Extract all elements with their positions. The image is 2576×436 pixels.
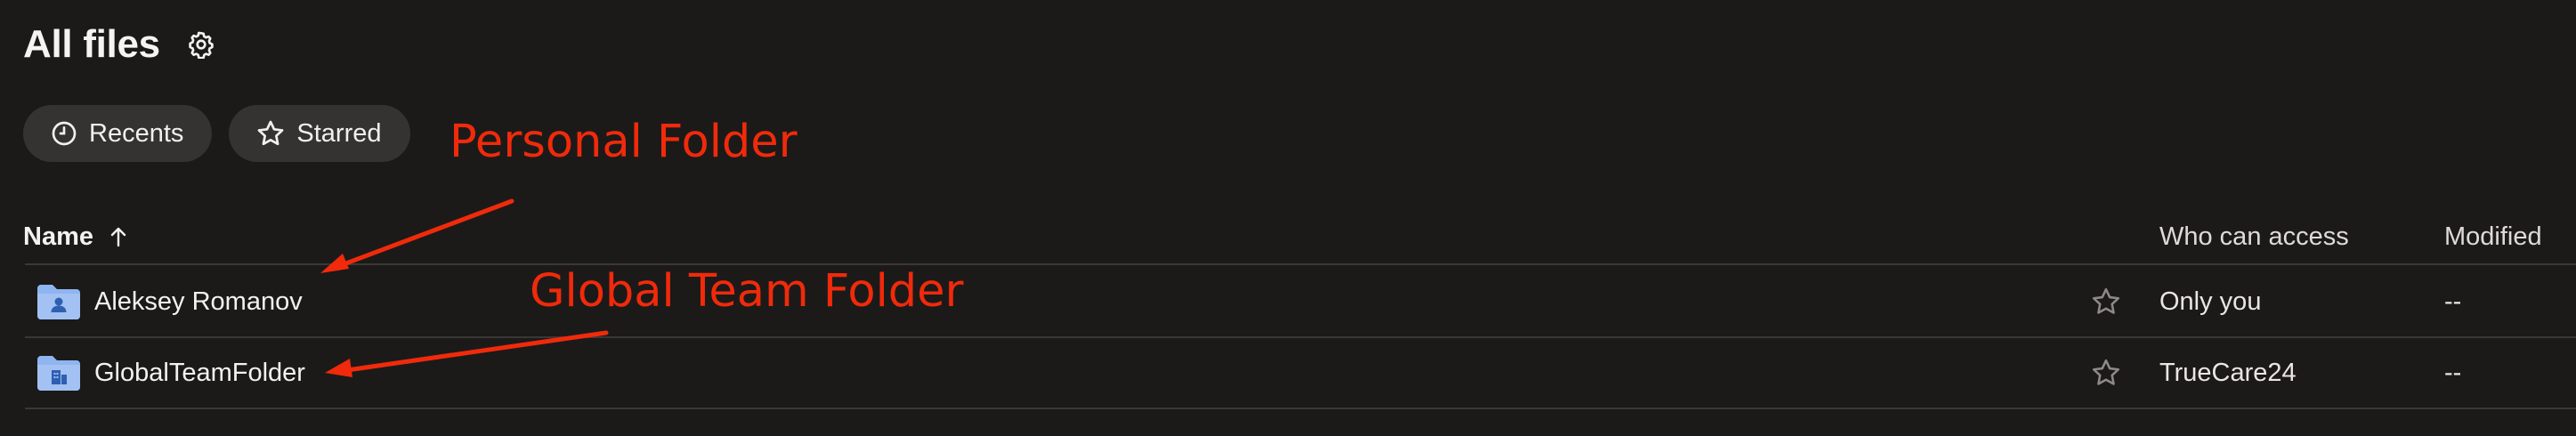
table-row[interactable]: Aleksey Romanov Only you -- [25, 267, 2576, 336]
star-icon[interactable] [2090, 357, 2122, 389]
starred-label: Starred [296, 118, 382, 148]
modified-header[interactable]: Modified [2444, 210, 2542, 263]
divider [25, 408, 2576, 409]
page-title: All files [23, 22, 160, 66]
table-header: Name Who can access Modified [23, 210, 2576, 263]
who-can-access-header[interactable]: Who can access [2159, 210, 2349, 263]
file-name: Aleksey Romanov [94, 287, 303, 316]
recents-chip[interactable]: Recents [23, 105, 213, 162]
modified-value: -- [2444, 359, 2462, 387]
star-icon[interactable] [2090, 286, 2122, 318]
file-name: GlobalTeamFolder [94, 359, 305, 387]
app-window: All files Recents Starred Name Who can a… [0, 0, 2576, 436]
who-can-access-value: Only you [2159, 287, 2262, 316]
global-team-folder-annotation: Global Team Folder [530, 265, 964, 318]
team-folder-icon [37, 356, 80, 391]
divider [25, 263, 2576, 265]
who-can-access-value: TrueCare24 [2159, 359, 2297, 387]
starred-chip[interactable]: Starred [229, 105, 410, 162]
star-icon [258, 120, 284, 146]
name-column-header[interactable]: Name [23, 210, 129, 263]
settings-button[interactable] [185, 28, 217, 61]
table-row[interactable]: GlobalTeamFolder TrueCare24 -- [25, 338, 2576, 408]
clock-icon [52, 121, 77, 146]
page-header: All files [23, 18, 217, 71]
modified-value: -- [2444, 287, 2462, 316]
arrow-up-icon [110, 227, 126, 247]
gear-icon [189, 31, 214, 59]
name-header-label: Name [23, 222, 93, 251]
personal-folder-icon [37, 285, 80, 319]
recents-label: Recents [89, 118, 184, 148]
personal-folder-annotation: Personal Folder [450, 116, 798, 168]
filter-chips: Recents Starred [23, 105, 410, 162]
